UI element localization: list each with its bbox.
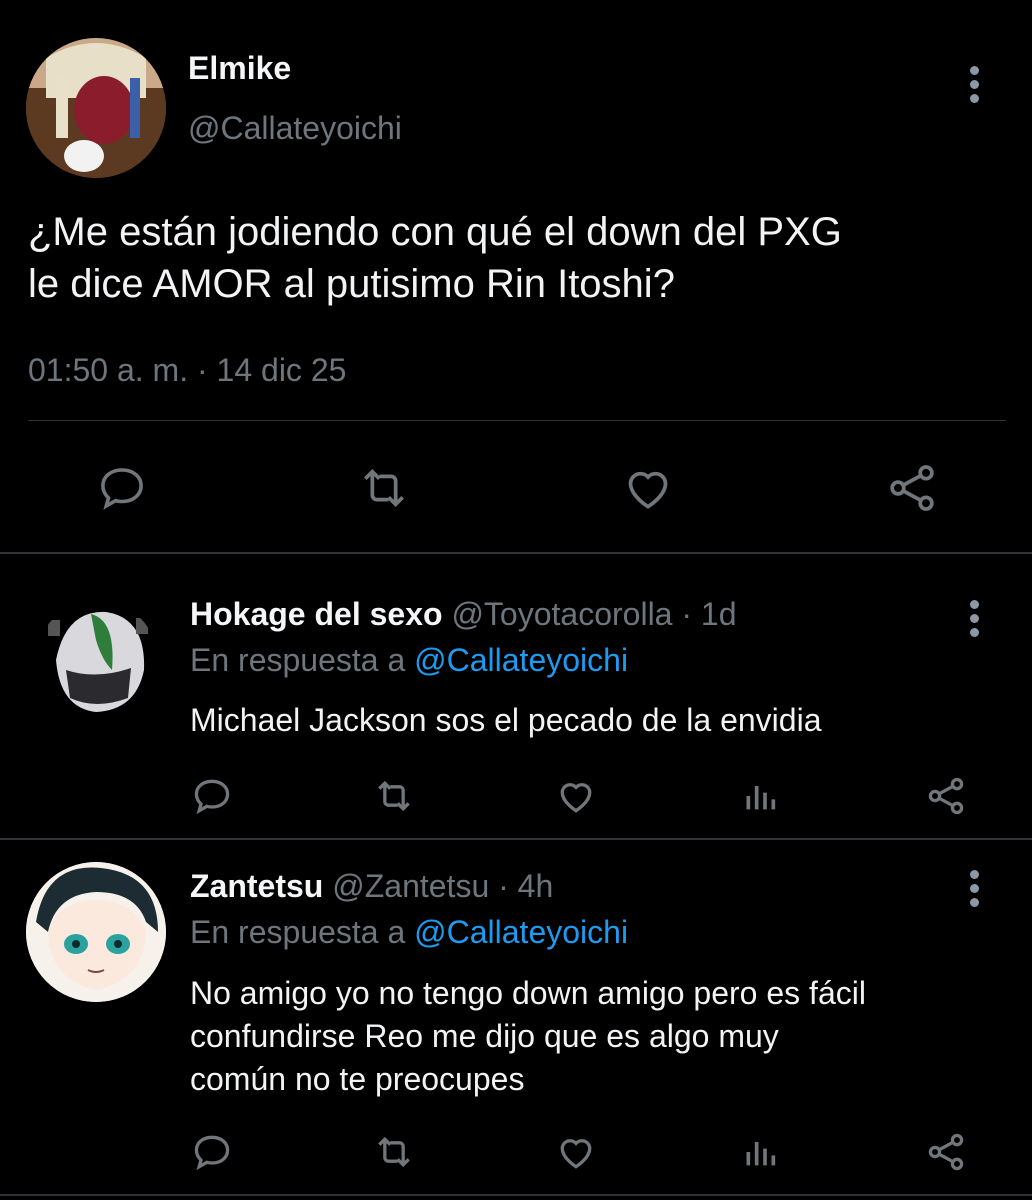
tweet-timestamp: 01:50 a. m. · 14 dic 25 <box>28 352 346 389</box>
reply-context: En respuesta a @Callateyoichi <box>190 642 628 679</box>
share-icon[interactable] <box>924 1130 968 1174</box>
more-options-icon[interactable] <box>970 66 980 108</box>
retweet-icon[interactable] <box>372 774 416 818</box>
tweet-text-line: le dice AMOR al putisimo Rin Itoshi? <box>28 262 675 306</box>
views-icon[interactable] <box>740 776 780 816</box>
separator-dot: · <box>196 352 208 388</box>
more-options-icon[interactable] <box>970 870 980 912</box>
reply-text-line: común no te preocupes <box>190 1061 525 1097</box>
reply-time: 4h <box>517 868 554 904</box>
reply-header: Hokage del sexo @Toyotacorolla · 1d <box>190 596 737 633</box>
reply-context: En respuesta a @Callateyoichi <box>190 914 628 951</box>
author-name[interactable]: Elmike <box>188 50 291 87</box>
like-icon[interactable] <box>554 774 598 818</box>
tweet-time: 01:50 a. m. <box>28 352 189 388</box>
reply-to-link[interactable]: @Callateyoichi <box>414 914 628 950</box>
avatar-elmike[interactable] <box>26 38 166 178</box>
tweet-text-line: ¿Me están jodiendo con qué el down del P… <box>28 210 842 254</box>
divider <box>0 838 1032 840</box>
reply-time: 1d <box>700 596 737 632</box>
retweet-icon[interactable] <box>356 460 412 516</box>
avatar-image <box>36 600 158 722</box>
author-handle[interactable]: @Zantetsu <box>332 868 489 904</box>
reply-prefix: En respuesta a <box>190 914 406 950</box>
divider <box>0 552 1032 554</box>
retweet-icon[interactable] <box>372 1130 416 1174</box>
separator-dot: · <box>681 596 693 632</box>
like-icon[interactable] <box>620 460 676 516</box>
author-handle[interactable]: @Callateyoichi <box>188 110 402 147</box>
reply-icon[interactable] <box>94 460 150 516</box>
like-icon[interactable] <box>554 1130 598 1174</box>
divider <box>28 420 1006 421</box>
reply-prefix: En respuesta a <box>190 642 406 678</box>
reply-text: No amigo yo no tengo down amigo pero es … <box>190 972 866 1101</box>
author-handle[interactable]: @Toyotacorolla <box>451 596 672 632</box>
divider <box>0 1194 1032 1196</box>
author-name[interactable]: Hokage del sexo <box>190 596 443 632</box>
more-options-icon[interactable] <box>970 600 980 642</box>
separator-dot: · <box>498 868 509 904</box>
reply-text-line: No amigo yo no tengo down amigo pero es … <box>190 975 866 1011</box>
reply-text-line: confundirse Reo me dijo que es algo muy <box>190 1018 779 1054</box>
share-icon[interactable] <box>924 774 968 818</box>
avatar-image <box>26 862 166 1002</box>
avatar-zantetsu[interactable] <box>26 862 166 1002</box>
avatar-image <box>26 38 166 178</box>
reply-text: Michael Jackson sos el pecado de la envi… <box>190 700 821 740</box>
reply-to-link[interactable]: @Callateyoichi <box>414 642 628 678</box>
views-icon[interactable] <box>740 1132 780 1172</box>
tweet-date: 14 dic 25 <box>216 352 347 388</box>
reply-text-line: Michael Jackson sos el pecado de la envi… <box>190 702 822 738</box>
reply-header: Zantetsu @Zantetsu · 4h <box>190 868 553 905</box>
reply-icon[interactable] <box>190 1130 234 1174</box>
avatar-hokage[interactable] <box>36 600 158 722</box>
tweet-text: ¿Me están jodiendo con qué el down del P… <box>28 206 842 310</box>
share-icon[interactable] <box>884 460 940 516</box>
author-name[interactable]: Zantetsu <box>190 868 323 904</box>
reply-icon[interactable] <box>190 774 234 818</box>
